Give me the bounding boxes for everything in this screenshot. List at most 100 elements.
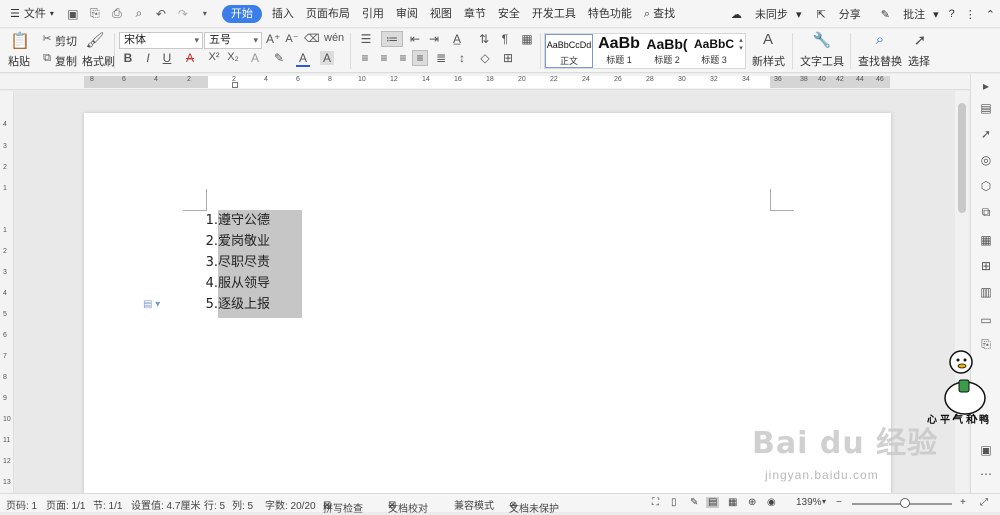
tab-developer[interactable]: 开发工具	[526, 0, 582, 28]
save-icon[interactable]: ▣	[64, 7, 82, 21]
export-icon[interactable]: ⎘	[86, 6, 104, 21]
undo-icon[interactable]: ↶	[152, 7, 170, 21]
share-button[interactable]: ⇱ 分享	[807, 6, 871, 22]
paste-button[interactable]: 粘贴	[8, 53, 30, 69]
pinyin-icon[interactable]: wén	[324, 32, 344, 44]
print-preview-icon[interactable]: ⌕	[130, 6, 148, 21]
style-normal[interactable]: AaBbCcDd 正文	[545, 34, 593, 68]
list-item[interactable]: 4. 服从领导	[204, 273, 273, 294]
redo-icon[interactable]: ↷	[174, 7, 192, 21]
show-marks-icon[interactable]: ¶	[498, 32, 512, 46]
horizontal-ruler[interactable]: 8 6 4 2 2 4 6 8 10 12 14 16 18 20 22 24 …	[0, 74, 1000, 90]
distributed-icon[interactable]: ≣	[434, 51, 448, 65]
zoom-out-icon[interactable]: −	[836, 497, 842, 508]
list-item[interactable]: 1. 遵守公德	[204, 210, 273, 231]
increase-indent-icon[interactable]: ⇥	[427, 32, 441, 46]
tab-page-layout[interactable]: 页面布局	[300, 0, 356, 28]
copy-button[interactable]: 复制	[55, 53, 77, 69]
vertical-scrollbar[interactable]	[955, 91, 969, 493]
numbered-list[interactable]: 1. 遵守公德 2. 爱岗敬业 3. 尽职尽责 4. 服从领导 5. 逐级上报	[204, 210, 273, 315]
cut-button[interactable]: 剪切	[55, 33, 77, 49]
fullscreen-icon[interactable]: ⛶	[652, 497, 659, 508]
chart-icon[interactable]: ▥	[978, 284, 994, 300]
list-item[interactable]: 3. 尽职尽责	[204, 252, 273, 273]
new-style-button[interactable]: 新样式	[752, 53, 785, 69]
vertical-ruler[interactable]: 4 3 2 1 1 2 3 4 5 6 7 8 9 10 11 12 13	[0, 91, 14, 493]
page-view-icon[interactable]: ▤	[706, 497, 720, 508]
font-size-select[interactable]: 五号 ▾	[204, 32, 262, 49]
zoom-in-icon[interactable]: +	[960, 497, 966, 508]
clear-format-icon[interactable]: ⌫	[304, 32, 320, 45]
scrollbar-thumb[interactable]	[958, 103, 966, 213]
font-color-icon[interactable]: A	[296, 51, 310, 67]
paste-icon[interactable]: 📋	[10, 31, 30, 51]
file-menu[interactable]: ☰ 文件 ▾	[0, 0, 60, 28]
outline-view-icon[interactable]: ▦	[728, 497, 737, 508]
tab-view[interactable]: 视图	[424, 0, 458, 28]
align-left-icon[interactable]: ≡	[358, 51, 372, 65]
grow-font-icon[interactable]: A⁺	[266, 32, 280, 46]
collapse-ribbon-icon[interactable]: ⌃	[981, 8, 1000, 21]
shading-icon[interactable]: ◇	[478, 51, 492, 65]
superscript-icon[interactable]: X²	[207, 51, 221, 63]
doc-icon[interactable]: ▭	[978, 312, 994, 328]
grid-icon[interactable]: ▦	[520, 32, 534, 46]
align-center-icon[interactable]: ≡	[377, 51, 391, 65]
paragraph-layout-icon[interactable]: ▤ ▾	[143, 299, 160, 310]
char-shading-icon[interactable]: A	[320, 51, 334, 65]
shrink-font-icon[interactable]: A⁻	[285, 32, 299, 45]
help-icon[interactable]: ?	[944, 8, 960, 20]
zoom-dropdown-icon[interactable]: ▾	[822, 497, 826, 506]
format-painter-button[interactable]: 格式刷	[82, 53, 115, 69]
style-heading-1[interactable]: AaBb 标题 1	[595, 34, 643, 68]
more-options-icon[interactable]: ⋮	[960, 8, 981, 21]
tab-insert[interactable]: 插入	[266, 0, 300, 28]
status-setting-value[interactable]: 设置值: 4.7厘米	[131, 497, 200, 512]
zoom-level[interactable]: 139%	[796, 497, 822, 508]
list-item[interactable]: 2. 爱岗敬业	[204, 231, 273, 252]
highlight-icon[interactable]: ✎	[272, 51, 286, 65]
line-spacing-icon[interactable]: ↕	[455, 51, 469, 65]
find-replace-icon[interactable]: ⌕	[870, 31, 890, 48]
numbered-list-icon[interactable]: ≔	[381, 31, 403, 47]
comment-button[interactable]: ✎ 批注 ▾	[871, 6, 944, 22]
subscript-icon[interactable]: X₂	[226, 51, 240, 63]
select-button[interactable]: 选择	[908, 53, 930, 69]
border-icon[interactable]: ⊞	[501, 51, 515, 65]
pages-icon[interactable]: ⧉	[978, 204, 994, 220]
more-icon[interactable]: ▾	[196, 9, 214, 18]
location-icon[interactable]: ◎	[978, 152, 994, 168]
tab-home[interactable]: 开始	[221, 4, 262, 23]
web-view-icon[interactable]: ⊕	[748, 497, 756, 508]
strikethrough-icon[interactable]: A	[183, 51, 197, 65]
gallery-scroll-icon[interactable]: ▴ ▾	[737, 36, 745, 52]
chinese-layout-icon[interactable]: A̲	[450, 32, 464, 46]
underline-icon[interactable]: U	[160, 51, 174, 65]
style-heading-3[interactable]: AaBbC 标题 3	[691, 34, 737, 68]
zoom-slider-knob[interactable]	[900, 498, 910, 508]
more-tools-icon[interactable]: ⋯	[978, 466, 994, 482]
align-right-icon[interactable]: ≡	[396, 51, 410, 65]
apps-icon[interactable]: ⊞	[978, 258, 994, 274]
select-pane-icon[interactable]: ➚	[978, 126, 994, 142]
sort-icon[interactable]: ⇅	[477, 32, 491, 46]
search-box[interactable]: ⌕ 查找	[638, 0, 681, 28]
status-word-count[interactable]: 字数: 20/20	[265, 497, 316, 512]
text-tools-icon[interactable]: 🔧	[812, 31, 832, 49]
bullet-list-icon[interactable]: ☰	[358, 32, 374, 46]
sync-button[interactable]: ☁ 未同步 ▾	[721, 6, 807, 22]
eye-protect-icon[interactable]: ◉	[767, 497, 776, 508]
italic-icon[interactable]: I	[141, 51, 155, 65]
select-cursor-icon[interactable]: ➚	[910, 31, 930, 49]
tab-security[interactable]: 安全	[492, 0, 526, 28]
image-icon[interactable]: ▣	[978, 442, 994, 458]
list-item[interactable]: 5. 逐级上报	[204, 294, 273, 315]
font-name-select[interactable]: 宋体 ▾	[119, 32, 203, 49]
tab-section[interactable]: 章节	[458, 0, 492, 28]
decrease-indent-icon[interactable]: ⇤	[408, 32, 422, 46]
style-heading-2[interactable]: AaBb( 标题 2	[643, 34, 691, 68]
collapse-icon[interactable]: ▸	[978, 78, 994, 94]
tab-review[interactable]: 审阅	[390, 0, 424, 28]
text-tools-button[interactable]: 文字工具	[800, 53, 844, 69]
tab-features[interactable]: 特色功能	[582, 0, 638, 28]
